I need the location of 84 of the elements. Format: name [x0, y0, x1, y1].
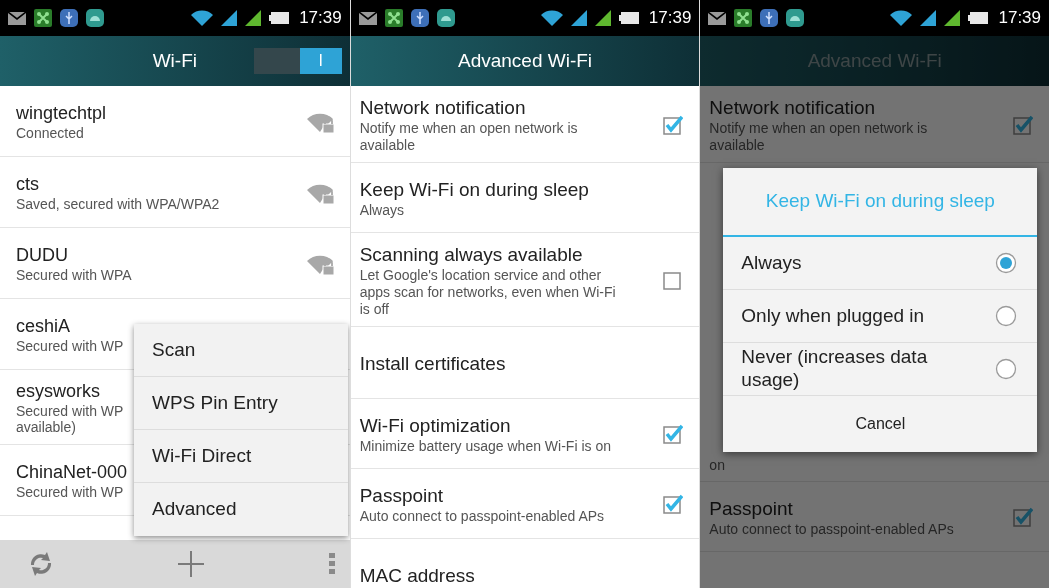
- app-notification-icon: [34, 9, 52, 27]
- setting-title: Scanning always available: [359, 243, 584, 268]
- signal-icon: [920, 10, 937, 26]
- setting-title: Wi-Fi optimization: [359, 414, 512, 438]
- network-status: Secured with WP: [16, 402, 124, 420]
- clock-time: 17:39: [648, 7, 692, 30]
- setting-summary: Minimize battery usage when Wi-Fi is on: [359, 437, 611, 455]
- app-notification-icon: [734, 9, 753, 27]
- setting-summary: Notify me when an open network is available: [709, 119, 929, 154]
- battery-icon: [968, 12, 989, 24]
- overflow-menu-icon: [327, 553, 336, 575]
- more-options-button[interactable]: [327, 553, 336, 575]
- wifi-lock-icon: [305, 253, 334, 275]
- checkbox[interactable]: [1013, 114, 1033, 135]
- network-name: esysworks: [16, 380, 100, 403]
- refresh-icon: [28, 551, 54, 577]
- clock-time: 17:39: [299, 7, 342, 30]
- usb-icon: [60, 9, 78, 27]
- setting-title: Keep Wi-Fi on during sleep: [359, 178, 589, 202]
- setting-summary: Auto connect to passpoint-enabled APs: [709, 520, 954, 538]
- network-status: available): [16, 419, 76, 437]
- network-status: Saved, secured with WPA/WPA2: [16, 195, 220, 213]
- setting-summary: on: [709, 457, 726, 475]
- setting-title: Install certificates: [359, 351, 506, 376]
- mail-icon: [708, 11, 727, 25]
- signal-icon: [594, 10, 611, 26]
- setting-title: Network notification: [709, 96, 877, 120]
- toggle-thumb: I: [299, 48, 342, 74]
- battery-icon: [269, 12, 290, 24]
- network-name: cts: [16, 173, 39, 196]
- signal-icon: [570, 10, 587, 26]
- setting-summary: Auto connect to passpoint-enabled APs: [359, 507, 605, 525]
- wifi-lock-icon: [305, 111, 334, 133]
- clock-time: 17:39: [998, 7, 1041, 30]
- network-status: Secured with WP: [16, 337, 124, 355]
- app-bar-title: Advanced Wi-Fi: [457, 48, 593, 73]
- setting-summary: Notify me when an open network is available: [359, 119, 579, 154]
- app-notification-icon: [384, 9, 403, 27]
- network-item[interactable]: DUDU Secured with WPA: [0, 228, 350, 299]
- signal-icon: [944, 10, 961, 26]
- wifi-lock-icon: [305, 182, 334, 204]
- menu-item[interactable]: Advanced: [134, 483, 348, 536]
- checkbox[interactable]: [663, 424, 684, 445]
- plus-icon: [176, 550, 205, 578]
- network-name: ceshiA: [16, 315, 71, 338]
- battery-icon: [618, 12, 639, 24]
- setting-summary: Let Google's location service and other apps scan for networks, even when Wi-Fi is off: [359, 267, 616, 318]
- network-status: Secured with WPA: [16, 266, 132, 284]
- dialog-option[interactable]: Never (increases data usage): [723, 343, 1038, 396]
- dialog-option[interactable]: Always: [723, 237, 1038, 290]
- checkbox[interactable]: [663, 114, 684, 135]
- network-status: Secured with WP: [16, 483, 124, 501]
- network-item[interactable]: cts Saved, secured with WPA/WPA2: [0, 157, 350, 228]
- app-bar-title: Wi-Fi: [152, 48, 197, 73]
- signal-icon: [245, 10, 262, 26]
- mail-icon: [8, 11, 26, 25]
- cancel-button[interactable]: Cancel: [723, 396, 1038, 452]
- network-item[interactable]: wingtechtpl Connected: [0, 86, 350, 157]
- checkbox[interactable]: [1013, 507, 1033, 528]
- usb-icon: [760, 9, 779, 27]
- network-name: wingtechtpl: [16, 102, 107, 125]
- checkbox[interactable]: [663, 494, 684, 515]
- setting-title: Passpoint: [359, 484, 445, 508]
- setting-summary: Always: [359, 201, 406, 219]
- wifi-icon: [191, 10, 214, 26]
- add-network-button[interactable]: [176, 550, 205, 578]
- dialog-title: Keep Wi-Fi on during sleep: [723, 168, 1038, 237]
- network-status: Connected: [16, 124, 84, 142]
- network-name: DUDU: [16, 244, 68, 267]
- wifi-icon: [890, 10, 913, 26]
- refresh-button[interactable]: [28, 551, 54, 577]
- menu-item[interactable]: WPS Pin Entry: [134, 377, 348, 430]
- signal-icon: [221, 10, 238, 26]
- wifi-icon: [540, 10, 563, 26]
- setting-title: Passpoint: [709, 496, 794, 521]
- menu-item[interactable]: Scan: [134, 324, 348, 377]
- usb-icon: [410, 9, 429, 27]
- setting-title: Network notification: [359, 96, 527, 120]
- mail-icon: [358, 11, 377, 25]
- network-name: ChinaNet-000: [16, 461, 128, 484]
- checkbox[interactable]: [663, 270, 684, 291]
- dialog-option[interactable]: Only when plugged in: [723, 290, 1038, 343]
- menu-item[interactable]: Wi-Fi Direct: [134, 430, 348, 483]
- setting-title: MAC address: [359, 563, 475, 588]
